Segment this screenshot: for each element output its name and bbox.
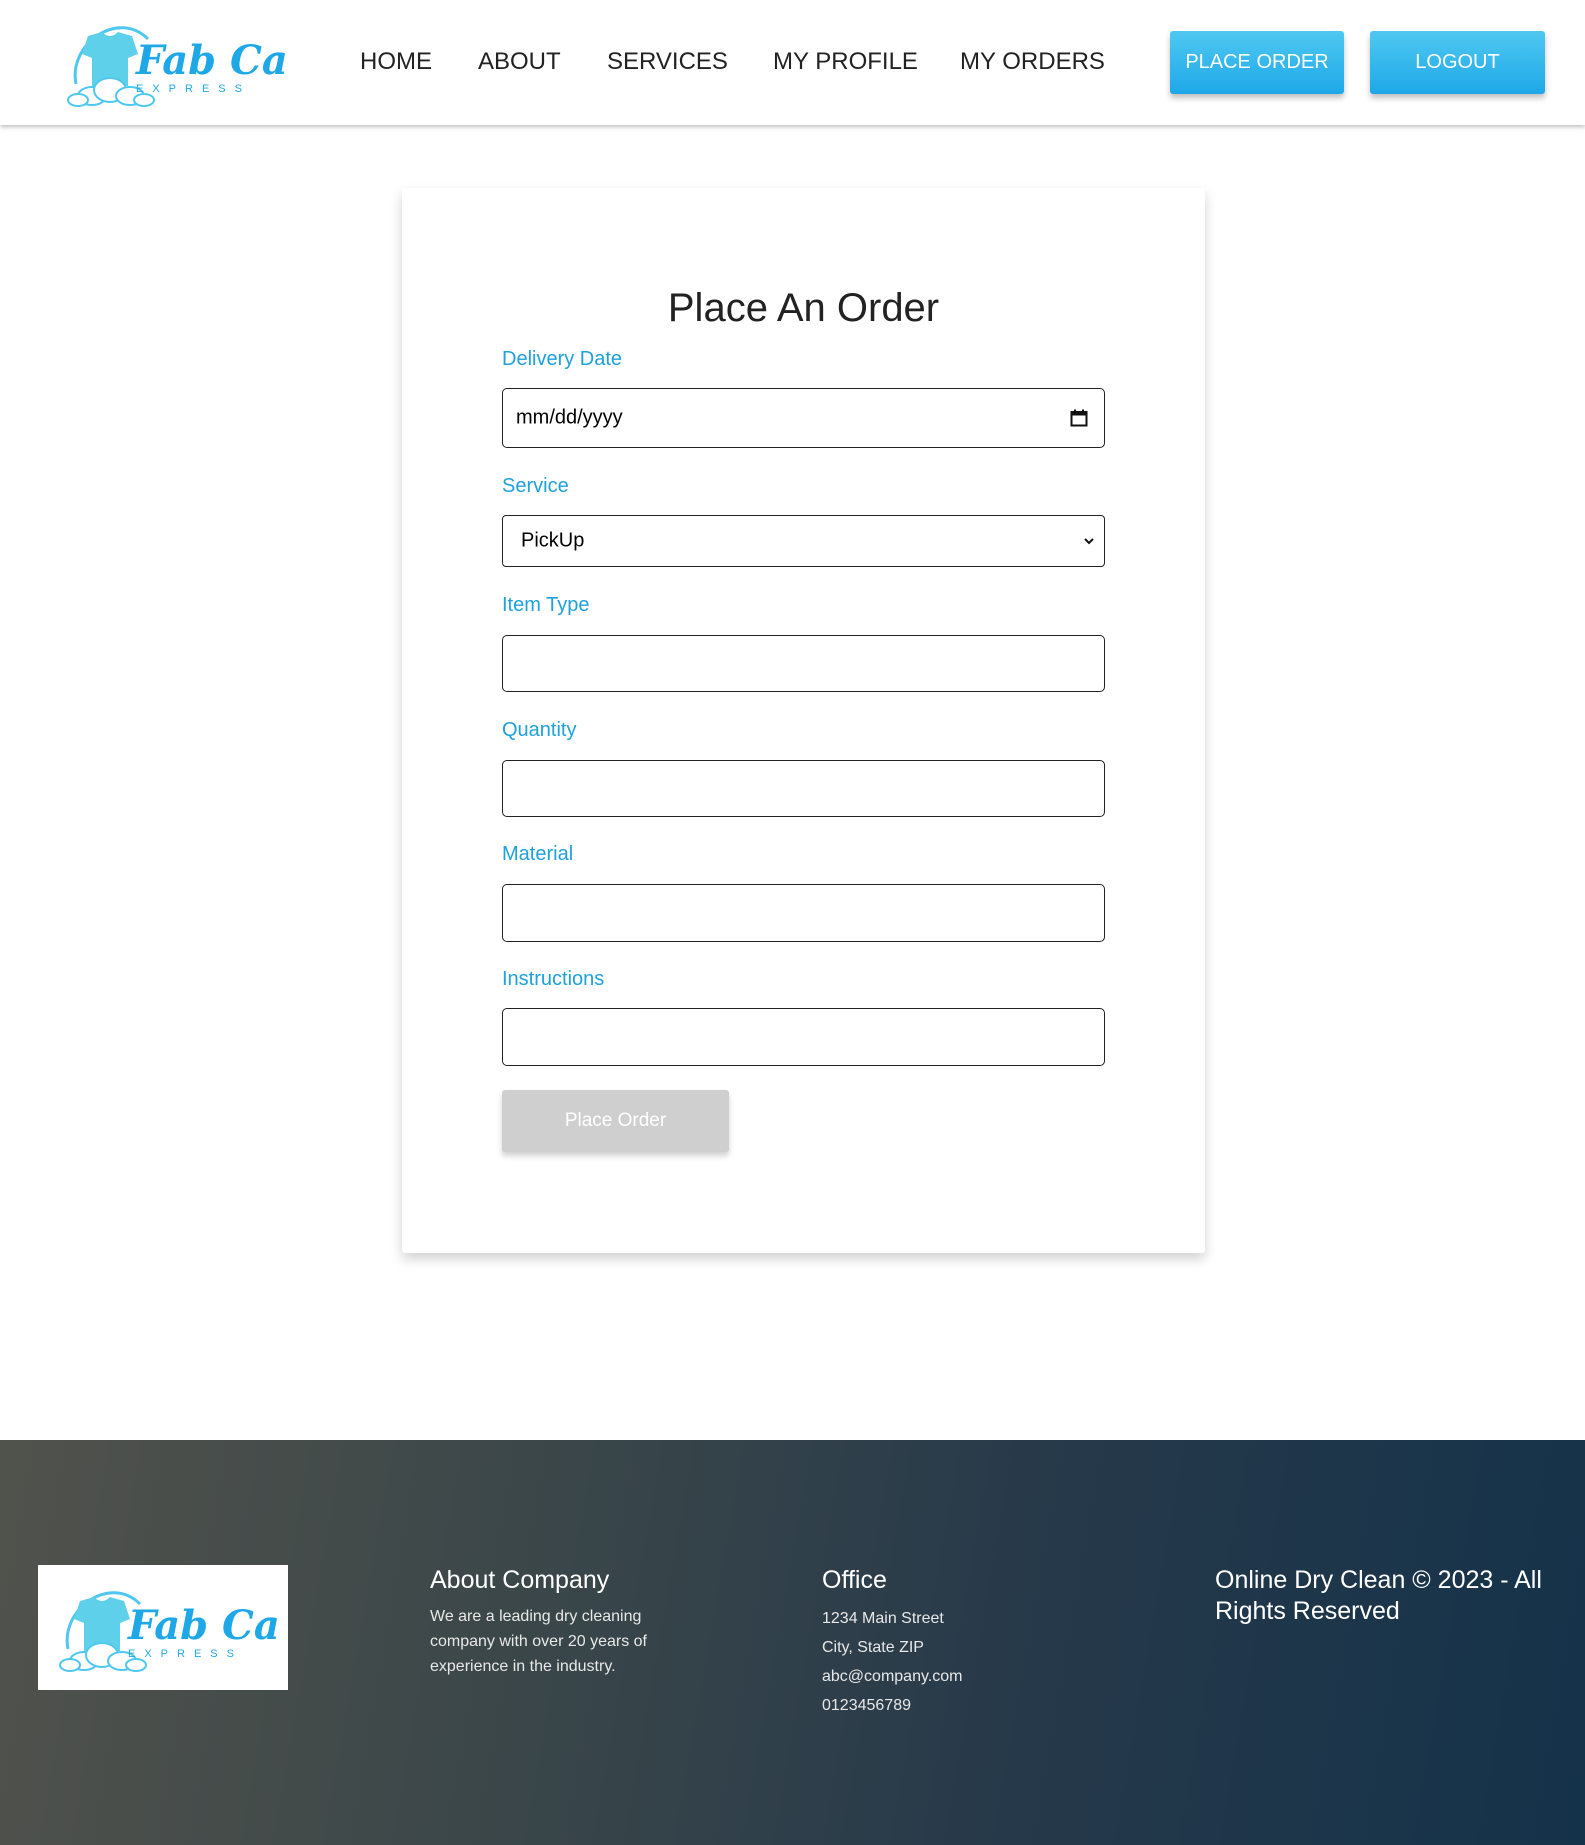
nav-home[interactable]: HOME: [360, 48, 432, 76]
about-company-text: We are a leading dry cleaning company wi…: [430, 1608, 647, 1675]
nav-about[interactable]: ABOUT: [478, 48, 561, 76]
place-order-button[interactable]: PLACE ORDER: [1170, 31, 1344, 94]
footer-logo[interactable]: Fab Care EXPRESS: [38, 1565, 326, 1690]
instructions-input[interactable]: [502, 1008, 1105, 1066]
site-header: Fab Care EXPRESS HOME ABOUT SERVICES MY …: [0, 0, 1585, 125]
delivery-date-value: mm/dd/yyyy: [516, 406, 623, 429]
logo-graphic: Fab Care EXPRESS: [67, 26, 334, 107]
copyright-text: Online Dry Clean © 2023 - All Rights Res…: [1215, 1566, 1542, 1625]
brand-logo[interactable]: Fab Care EXPRESS: [58, 14, 334, 110]
site-footer: Fab Care EXPRESS About Company We are a …: [0, 1440, 1585, 1845]
service-selected-value: PickUp: [521, 529, 585, 552]
office-details: 1234 Main Street City, State ZIP abc@com…: [822, 1604, 962, 1720]
svg-text:Fab Care: Fab Care: [127, 1602, 280, 1649]
submit-order-button[interactable]: Place Order: [502, 1090, 729, 1152]
delivery-date-input[interactable]: mm/dd/yyyy: [502, 388, 1105, 448]
footer-logo-graphic: Fab Care EXPRESS: [59, 1591, 326, 1672]
logout-button[interactable]: LOGOUT: [1370, 31, 1545, 94]
office-email[interactable]: abc@company.com: [822, 1662, 962, 1691]
calendar-icon[interactable]: [1070, 409, 1088, 427]
nav-my-profile[interactable]: MY PROFILE: [773, 48, 918, 76]
office-heading: Office: [822, 1566, 887, 1594]
svg-text:Fab Care: Fab Care: [135, 37, 288, 84]
material-label: Material: [502, 843, 574, 865]
nav-my-orders[interactable]: MY ORDERS: [960, 48, 1105, 76]
about-company-heading: About Company: [430, 1566, 610, 1594]
office-address-line1: 1234 Main Street: [822, 1610, 944, 1627]
material-input[interactable]: [502, 884, 1105, 942]
item-type-input[interactable]: [502, 635, 1105, 692]
quantity-input[interactable]: [502, 760, 1105, 817]
svg-text:EXPRESS: EXPRESS: [128, 1648, 243, 1660]
item-type-label: Item Type: [502, 594, 590, 616]
chevron-down-icon: [1084, 538, 1094, 545]
office-phone[interactable]: 0123456789: [822, 1691, 962, 1720]
order-form-card: Place An Order Delivery Date mm/dd/yyyy …: [402, 188, 1205, 1253]
service-select[interactable]: PickUp: [502, 515, 1105, 567]
delivery-date-label: Delivery Date: [502, 348, 623, 370]
svg-text:EXPRESS: EXPRESS: [136, 83, 251, 95]
office-address-line2: City, State ZIP: [822, 1639, 924, 1656]
instructions-label: Instructions: [502, 968, 605, 990]
page-title: Place An Order: [667, 286, 940, 330]
nav-services[interactable]: SERVICES: [607, 48, 728, 76]
quantity-label: Quantity: [502, 719, 577, 741]
service-label: Service: [502, 475, 569, 497]
